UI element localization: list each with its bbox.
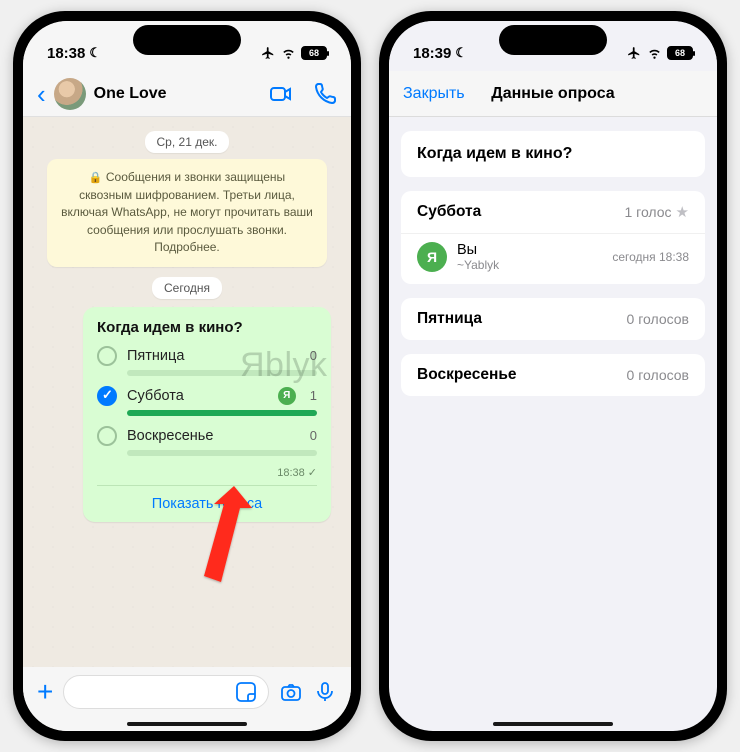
dnd-icon: ☾	[455, 45, 467, 61]
avatar[interactable]	[54, 78, 86, 110]
phone-right: 18:39 ☾ 68 Закрыть Данные опроса Когда и…	[379, 11, 727, 741]
results-question: Когда идем в кино?	[417, 145, 689, 163]
sent-tick-icon: ✓	[308, 467, 317, 479]
show-votes-button[interactable]: Показать голоса	[97, 485, 317, 514]
poll-option-count: 0	[310, 348, 317, 363]
lock-icon: 🔒	[89, 172, 103, 184]
encryption-banner[interactable]: 🔒 Сообщения и звонки защищены сквозным ш…	[47, 159, 327, 267]
radio-unchecked-icon[interactable]	[97, 426, 117, 446]
message-input[interactable]	[63, 675, 269, 709]
results-body[interactable]: Когда идем в кино? Суббота 1 голос ★ Я В…	[389, 117, 717, 424]
home-indicator	[127, 722, 247, 726]
close-button[interactable]: Закрыть	[403, 85, 465, 103]
dnd-icon: ☾	[89, 45, 101, 61]
chat-header: ‹ One Love	[23, 71, 351, 117]
chat-body[interactable]: Ср, 21 дек. 🔒 Сообщения и звонки защищен…	[23, 117, 351, 667]
wifi-icon	[280, 46, 297, 60]
poll-bar	[127, 370, 317, 376]
result-option-1: Пятница 0 голосов	[401, 298, 705, 340]
wifi-icon	[646, 46, 663, 60]
star-icon: ★	[676, 203, 689, 221]
message-time: 18:38✓	[97, 466, 317, 479]
voter-name: Вы	[457, 242, 602, 258]
home-indicator	[493, 722, 613, 726]
poll-option-label: Воскресенье	[127, 428, 300, 444]
result-option-0: Суббота 1 голос ★ Я Вы ~Yablyk сегодня 1…	[401, 191, 705, 284]
page-title: Данные опроса	[491, 85, 614, 103]
result-option-2: Воскресенье 0 голосов	[401, 354, 705, 396]
dynamic-island	[133, 25, 241, 55]
status-time: 18:39	[413, 45, 451, 62]
poll-option-0[interactable]: Пятница 0	[97, 346, 317, 376]
chat-title[interactable]: One Love	[94, 85, 261, 103]
airplane-icon	[260, 46, 276, 60]
phone-left: 18:38 ☾ 68 ‹ One Love Ср, 21 дек. 🔒 Сооб…	[13, 11, 361, 741]
poll-question: Когда идем в кино?	[97, 319, 317, 336]
screen-results: 18:39 ☾ 68 Закрыть Данные опроса Когда и…	[389, 21, 717, 731]
date-pill: Ср, 21 дек.	[145, 131, 230, 153]
battery-icon: 68	[301, 46, 327, 60]
airplane-icon	[626, 46, 642, 60]
poll-option-2[interactable]: Воскресенье 0	[97, 426, 317, 456]
poll-bubble: Когда идем в кино? Пятница 0 Суббота Я 1	[83, 307, 331, 522]
poll-option-1[interactable]: Суббота Я 1	[97, 386, 317, 416]
voter-avatar-mini: Я	[278, 387, 296, 405]
sticker-icon[interactable]	[234, 680, 258, 704]
dynamic-island	[499, 25, 607, 55]
result-option-count: 0 голосов	[627, 367, 689, 383]
radio-unchecked-icon[interactable]	[97, 346, 117, 366]
radio-checked-icon[interactable]	[97, 386, 117, 406]
status-time: 18:38	[47, 45, 85, 62]
result-option-count: 0 голосов	[627, 311, 689, 327]
result-option-name: Пятница	[417, 310, 482, 328]
screen-chat: 18:38 ☾ 68 ‹ One Love Ср, 21 дек. 🔒 Сооб…	[23, 21, 351, 731]
voter-timestamp: сегодня 18:38	[612, 250, 689, 264]
poll-option-count: 0	[310, 428, 317, 443]
poll-option-label: Пятница	[127, 348, 300, 364]
results-header: Закрыть Данные опроса	[389, 71, 717, 117]
mic-icon[interactable]	[313, 680, 337, 704]
voter-username: ~Yablyk	[457, 258, 602, 272]
voter-row[interactable]: Я Вы ~Yablyk сегодня 18:38	[401, 233, 705, 284]
camera-icon[interactable]	[279, 680, 303, 704]
poll-option-label: Суббота	[127, 388, 268, 404]
voice-call-icon[interactable]	[313, 82, 337, 106]
back-button[interactable]: ‹	[37, 81, 46, 107]
battery-icon: 68	[667, 46, 693, 60]
result-option-name: Суббота	[417, 203, 481, 221]
result-option-name: Воскресенье	[417, 366, 516, 384]
question-card: Когда идем в кино?	[401, 131, 705, 177]
result-option-count: 1 голос ★	[624, 203, 689, 221]
voter-avatar: Я	[417, 242, 447, 272]
poll-bar	[127, 450, 317, 456]
attach-button[interactable]: +	[37, 676, 53, 708]
today-pill: Сегодня	[152, 277, 222, 299]
poll-bar	[127, 410, 317, 416]
video-call-icon[interactable]	[269, 82, 293, 106]
poll-option-count: 1	[310, 388, 317, 403]
